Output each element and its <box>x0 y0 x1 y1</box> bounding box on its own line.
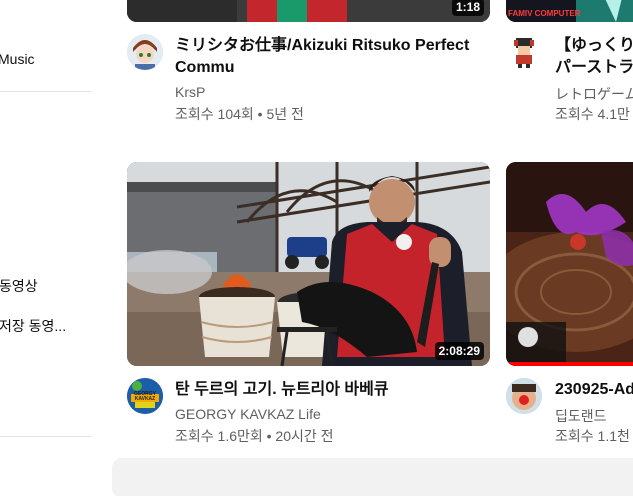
video-title[interactable]: 230925-Ad <box>555 379 633 401</box>
sidebar-item-music[interactable]: Music <box>0 51 35 67</box>
channel-name[interactable]: KrsP <box>175 84 205 100</box>
channel-avatar[interactable] <box>506 34 542 70</box>
video-metadata: 조회수 104회 • 5년 전 <box>175 106 304 122</box>
thumbnail-label: FAMIV COMPUTER <box>508 9 581 18</box>
video-title-line: 【ゆっくり実 <box>555 37 633 54</box>
video-title[interactable]: 탄 두르의 고기. 뉴트리아 바베큐 <box>175 379 475 401</box>
video-thumbnail[interactable] <box>506 162 633 366</box>
sidebar-item-videos[interactable]: 동영상 <box>0 276 38 296</box>
channel-name[interactable]: GEORGY KAVKAZ Life <box>175 406 321 422</box>
video-metadata: 조회수 4.1만 <box>555 106 630 122</box>
channel-avatar[interactable] <box>127 34 163 70</box>
channel-name[interactable]: レトロゲーム <box>555 84 633 104</box>
video-title-line: ミリシタお仕事/Akizuki Ritsuko Perfect <box>175 37 470 54</box>
avatar-image <box>127 34 163 70</box>
channel-name[interactable]: 딥도랜드 <box>555 406 607 426</box>
avatar-image <box>506 34 542 70</box>
video-title-line: Commu <box>175 59 235 76</box>
video-thumbnail[interactable]: FAMIV COMPUTER <box>506 0 633 22</box>
video-metadata: 조회수 1.6만회 • 20시간 전 <box>175 428 334 444</box>
video-metadata: 조회수 1.1천 <box>555 428 630 444</box>
video-duration: 1:18 <box>451 0 484 16</box>
video-duration: 2:08:29 <box>434 342 484 360</box>
video-title-line: 탄 두르의 고기. 뉴트리아 바베큐 <box>175 381 389 398</box>
avatar-label: GEORGY KAVKAZ <box>134 391 156 402</box>
sidebar: Music 동영상 저장 동영... <box>0 0 100 496</box>
avatar-image <box>506 378 542 414</box>
thumbnail-image <box>506 162 633 366</box>
video-title[interactable]: ミリシタお仕事/Akizuki Ritsuko Perfect Commu <box>175 35 475 79</box>
video-thumbnail[interactable]: 1:18 <box>127 0 490 22</box>
video-thumbnail[interactable]: 2:08:29 <box>127 162 490 366</box>
sidebar-item-saved-videos[interactable]: 저장 동영... <box>0 316 66 336</box>
next-section-container <box>112 458 633 496</box>
thumbnail-image <box>127 162 490 366</box>
video-title-line: 230925-Ad <box>555 381 633 398</box>
sidebar-divider <box>0 91 92 92</box>
channel-avatar[interactable] <box>506 378 542 414</box>
channel-avatar[interactable]: GEORGY KAVKAZ <box>127 378 163 414</box>
video-title-line: パーストラ <box>555 59 633 76</box>
video-title[interactable]: 【ゆっくり実 パーストラ <box>555 35 633 79</box>
thumbnail-image <box>127 0 490 22</box>
sidebar-divider <box>0 436 92 437</box>
